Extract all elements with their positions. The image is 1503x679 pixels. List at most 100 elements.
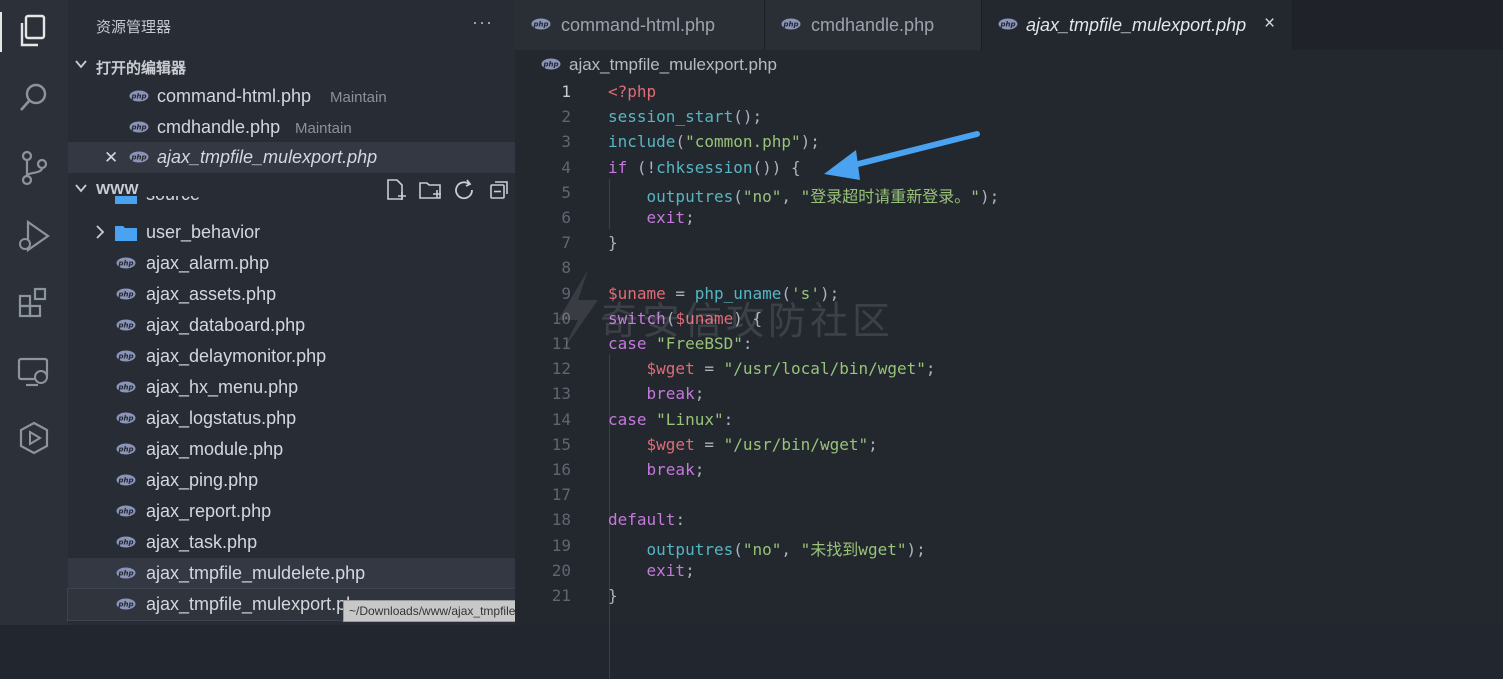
code-token: "/usr/bin/wget" <box>723 434 869 454</box>
code-line[interactable]: 19 outputres("no", "未找到wget"); <box>515 533 1503 559</box>
code-text: break; <box>608 384 705 404</box>
code-token: "common.php" <box>685 132 801 152</box>
code-line[interactable]: 7} <box>515 230 1503 255</box>
svg-text:php: php <box>117 322 133 330</box>
code-line[interactable]: 6 exit; <box>515 205 1503 230</box>
source-control-icon[interactable] <box>14 148 54 188</box>
open-editors-label: 打开的编辑器 <box>96 60 187 77</box>
tab-label: cmdhandle.php <box>811 15 935 35</box>
search-icon[interactable] <box>14 78 54 118</box>
explorer-header: 资源管理器 ··· <box>68 0 515 50</box>
line-number: 16 <box>551 460 571 479</box>
code-text: exit; <box>608 208 695 227</box>
php-file-icon: php <box>531 18 551 30</box>
code-line[interactable]: 18 default: <box>515 507 1503 532</box>
open-editor-item[interactable]: php cmdhandle.php Maintain <box>68 112 515 143</box>
open-editor-item-active[interactable]: ✕ php ajax_tmpfile_mulexport.php <box>68 142 515 173</box>
code-line[interactable]: 4 if (!chksession()) { <box>515 155 1503 180</box>
code-line[interactable]: 5 outputres("no", "登录超时请重新登录。"); <box>515 180 1503 206</box>
code-token: ; <box>685 560 695 580</box>
open-editor-desc: Maintain <box>330 89 387 106</box>
code-line[interactable]: 15 $wget = "/usr/bin/wget"; <box>515 432 1503 457</box>
php-file-icon: php <box>998 18 1018 30</box>
code-token: outputres <box>646 539 734 559</box>
code-token: ); <box>979 186 1000 206</box>
tree-folder-partial[interactable]: source <box>68 196 515 210</box>
close-tab-icon[interactable]: × <box>1264 13 1275 35</box>
tree-file-item[interactable]: php ajax_task.php <box>68 527 515 558</box>
tree-file-item[interactable]: php ajax_logstatus.php <box>68 403 515 434</box>
code-token: ( <box>733 186 743 206</box>
line-number: 14 <box>551 409 571 429</box>
watermark-logo-icon <box>558 270 598 350</box>
tree-file-item[interactable]: php ajax_assets.php <box>68 279 515 310</box>
code-line[interactable]: 2 session_start(); <box>515 104 1503 129</box>
line-number: 13 <box>551 384 571 404</box>
deploy-icon[interactable] <box>14 418 54 458</box>
code-token: } <box>608 233 618 253</box>
code-token: case <box>608 409 647 429</box>
run-debug-icon[interactable] <box>14 216 54 256</box>
explorer-icon[interactable] <box>0 12 54 52</box>
code-token: "no" <box>742 539 782 559</box>
code-token: break <box>646 384 695 404</box>
annotation-arrow-icon <box>824 131 980 180</box>
code-line[interactable]: 20 exit; <box>515 558 1503 583</box>
line-number: 20 <box>551 560 571 580</box>
code-token: "no" <box>742 186 782 206</box>
tree-file-item[interactable]: php ajax_module.php <box>68 434 515 465</box>
code-line[interactable]: 3 include("common.php"); <box>515 129 1503 154</box>
code-text: $wget = "/usr/local/bin/wget"; <box>608 359 936 378</box>
tree-file-name: ajax_logstatus.php <box>146 408 297 428</box>
line-number: 18 <box>551 510 571 530</box>
code-line[interactable]: 1 <?php <box>515 79 1503 104</box>
code-line[interactable]: 8 <box>515 255 1503 280</box>
tree-file-item[interactable]: php ajax_ping.php <box>68 465 515 496</box>
code-token: session_start <box>608 107 734 127</box>
open-editor-name: ajax_tmpfile_mulexport.php <box>157 147 378 167</box>
code-line[interactable]: 13 break; <box>515 381 1503 406</box>
tree-file-item[interactable]: php ajax_databoard.php <box>68 310 515 341</box>
code-token: ( <box>733 539 743 559</box>
php-file-icon: php <box>116 350 136 362</box>
code-line[interactable]: 17 <box>515 482 1503 507</box>
tree-file-name: ajax_delaymonitor.php <box>146 346 327 366</box>
code-token: : <box>723 409 734 429</box>
chevron-down-icon <box>75 184 87 193</box>
tab-ajax-tmpfile-mulexport[interactable]: php ajax_tmpfile_mulexport.php × <box>982 0 1293 50</box>
more-actions-icon[interactable]: ··· <box>472 12 493 33</box>
tree-file-item[interactable]: php ajax_report.php <box>68 496 515 527</box>
tab-cmdhandle[interactable]: php cmdhandle.php <box>765 0 982 50</box>
svg-text:php: php <box>117 539 133 547</box>
breadcrumb-file[interactable]: ajax_tmpfile_mulexport.php <box>569 55 777 75</box>
tree-file-item[interactable]: php ajax_tmpfile_muldelete.php <box>68 558 515 589</box>
svg-text:php: php <box>117 508 133 516</box>
tree-file-item[interactable]: php ajax_alarm.php <box>68 248 515 279</box>
line-number: 6 <box>561 208 571 227</box>
line-number: 19 <box>551 535 571 555</box>
code-line[interactable]: 14 case "Linux": <box>515 407 1503 432</box>
php-file-icon: php <box>116 319 136 331</box>
close-editor-icon[interactable]: ✕ <box>104 148 118 168</box>
extensions-icon[interactable] <box>14 282 54 322</box>
open-editor-item[interactable]: php command-html.php Maintain <box>68 81 515 112</box>
tab-command-html[interactable]: php command-html.php <box>515 0 765 50</box>
code-line[interactable]: 16 break; <box>515 457 1503 482</box>
php-file-icon: php <box>541 58 561 70</box>
code-token: "Linux" <box>656 409 724 429</box>
svg-text:php: php <box>117 570 133 578</box>
code-token: <?php <box>608 82 657 101</box>
remote-explorer-icon[interactable] <box>14 352 54 392</box>
code-line[interactable]: 12 $wget = "/usr/local/bin/wget"; <box>515 356 1503 381</box>
tree-file-item[interactable]: php ajax_delaymonitor.php <box>68 341 515 372</box>
svg-text:php: php <box>117 446 133 454</box>
open-editors-section[interactable]: 打开的编辑器 <box>68 51 515 79</box>
tree-folder-user-behavior[interactable]: user_behavior <box>68 217 515 248</box>
tab-label: command-html.php <box>561 15 716 35</box>
tree-file-item[interactable]: php ajax_hx_menu.php <box>68 372 515 403</box>
php-file-icon: php <box>129 121 149 133</box>
line-number: 1 <box>561 82 571 101</box>
code-line[interactable]: 21} <box>515 583 1503 608</box>
